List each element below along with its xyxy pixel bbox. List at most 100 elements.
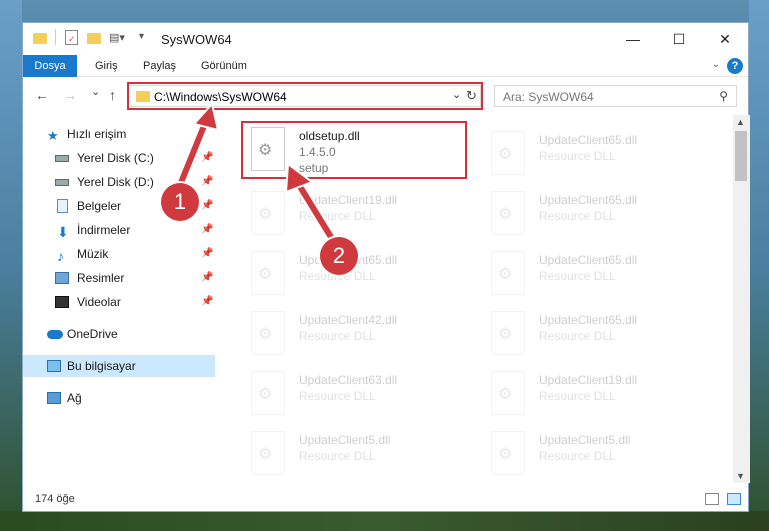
sidebar-item-label: Bu bilgisayar: [67, 359, 136, 373]
sidebar-item-videos[interactable]: Videolar 📌: [23, 291, 215, 313]
music-icon: ♪: [57, 248, 64, 264]
file-name: UpdateClient5.dll: [299, 433, 391, 447]
file-description: Resource DLL: [299, 449, 376, 463]
ribbon-tabs: Dosya Giriş Paylaş Görünüm ⌄ ?: [23, 55, 748, 113]
star-icon: ★: [47, 128, 59, 143]
drive-icon: [55, 155, 69, 162]
computer-icon: [47, 360, 61, 372]
gear-icon: ⚙: [258, 386, 273, 403]
file-item[interactable]: ⚙ UpdateClient65.dll Resource DLL: [481, 125, 711, 183]
tab-home[interactable]: Giriş: [83, 55, 130, 77]
file-item[interactable]: ⚙ UpdateClient19.dll Resource DLL: [481, 365, 711, 423]
scroll-down-icon[interactable]: ▼: [736, 471, 745, 481]
file-item[interactable]: ⚙ UpdateClient42.dll Resource DLL: [241, 305, 471, 363]
minimize-button[interactable]: —: [610, 23, 656, 55]
desktop-background-left: [0, 0, 22, 531]
file-name: UpdateClient65.dll: [539, 193, 638, 207]
file-name: UpdateClient42.dll: [299, 313, 398, 327]
navigation-bar: ← → ⌄ ↑ C:\Windows\SysWOW64 ⌄ ↻ Ara: Sys…: [23, 77, 748, 115]
search-placeholder: Ara: SysWOW64: [503, 90, 594, 104]
file-description: Resource DLL: [539, 149, 616, 163]
file-item[interactable]: ⚙ UpdateClient65.dll Resource DLL: [481, 305, 711, 363]
scroll-thumb[interactable]: [735, 131, 747, 181]
sidebar-item-onedrive[interactable]: OneDrive: [23, 323, 215, 345]
pin-icon[interactable]: 📌: [201, 291, 213, 313]
sidebar-item-downloads[interactable]: ⬇ İndirmeler 📌: [23, 219, 215, 241]
cloud-icon: [47, 330, 63, 339]
tab-share[interactable]: Paylaş: [131, 55, 188, 77]
file-name: UpdateClient63.dll: [299, 373, 398, 387]
title-bar: ✓ ▤▾ ▾ SysWOW64 — ☐ ✕: [23, 23, 748, 55]
sidebar-item-label: Belgeler: [77, 199, 122, 213]
file-description: Resource DLL: [539, 209, 616, 223]
sidebar-item-label: Ağ: [67, 391, 82, 405]
file-item[interactable]: ⚙ UpdateClient5.dll Resource DLL: [481, 425, 711, 483]
chevron-down-icon[interactable]: ▾: [139, 31, 144, 47]
customize-quick-access-icon[interactable]: ▤▾: [109, 31, 125, 47]
gear-icon: ⚙: [498, 386, 513, 403]
status-bar: 174 öğe: [23, 489, 748, 511]
file-name: UpdateClient65.dll: [539, 133, 638, 147]
file-name: UpdateClient19.dll: [539, 373, 638, 387]
tab-view[interactable]: Görünüm: [189, 55, 259, 77]
file-description: Resource DLL: [299, 329, 376, 343]
pin-icon[interactable]: 📌: [201, 243, 213, 265]
help-button[interactable]: ?: [727, 58, 743, 74]
gear-icon: ⚙: [498, 206, 513, 223]
pictures-icon: [55, 272, 69, 284]
file-name: UpdateClient65.dll: [539, 253, 638, 267]
dll-file-icon: ⚙: [491, 431, 525, 475]
file-item[interactable]: ⚙ UpdateClient63.dll Resource DLL: [241, 365, 471, 423]
desktop-background-right: [749, 0, 769, 531]
file-item[interactable]: ⚙ UpdateClient5.dll Resource DLL: [241, 425, 471, 483]
ribbon-expand-icon[interactable]: ⌄: [712, 59, 720, 70]
file-name: UpdateClient5.dll: [539, 433, 631, 447]
back-button[interactable]: ←: [35, 87, 49, 103]
file-description: Resource DLL: [539, 449, 616, 463]
search-icon[interactable]: ⚲: [719, 89, 728, 103]
sidebar-item-pictures[interactable]: Resimler 📌: [23, 267, 215, 289]
sidebar-item-label: OneDrive: [67, 327, 118, 341]
properties-icon[interactable]: ✓: [65, 30, 78, 45]
forward-button[interactable]: →: [63, 87, 77, 103]
sidebar-item-label: Yerel Disk (D:): [77, 175, 154, 189]
vertical-scrollbar[interactable]: ▲ ▼: [733, 115, 750, 483]
dll-file-icon: ⚙: [251, 371, 285, 415]
sidebar-item-music[interactable]: ♪ Müzik 📌: [23, 243, 215, 265]
pin-icon[interactable]: 📌: [201, 219, 213, 241]
sidebar-item-label: Yerel Disk (C:): [77, 151, 154, 165]
file-item[interactable]: ⚙ UpdateClient65.dll Resource DLL: [481, 245, 711, 303]
gear-icon: ⚙: [498, 266, 513, 283]
gear-icon: ⚙: [258, 326, 273, 343]
dll-file-icon: ⚙: [491, 131, 525, 175]
sidebar-item-label: Müzik: [77, 247, 109, 261]
details-view-icon[interactable]: [705, 493, 719, 505]
file-description: Resource DLL: [539, 389, 616, 403]
window-title: SysWOW64: [161, 32, 232, 47]
file-description: Resource DLL: [539, 269, 616, 283]
explorer-window: ✓ ▤▾ ▾ SysWOW64 — ☐ ✕ Dosya Giriş Paylaş…: [22, 22, 750, 512]
sidebar-item-label: Videolar: [77, 295, 121, 309]
maximize-button[interactable]: ☐: [656, 23, 702, 55]
search-input[interactable]: Ara: SysWOW64 ⚲: [494, 85, 737, 107]
downloads-icon: ⬇: [57, 224, 69, 240]
gear-icon: ⚙: [258, 446, 273, 463]
sidebar-item-network[interactable]: Ağ: [23, 387, 215, 409]
separator: [55, 29, 56, 45]
large-icons-view-icon[interactable]: [727, 493, 741, 505]
pin-icon[interactable]: 📌: [201, 267, 213, 289]
recent-locations-button[interactable]: ⌄: [91, 85, 100, 98]
gear-icon: ⚙: [498, 146, 513, 163]
file-description: Resource DLL: [299, 389, 376, 403]
gear-icon: ⚙: [498, 446, 513, 463]
step-marker-1: 1: [161, 183, 199, 221]
documents-icon: [57, 199, 68, 213]
step-marker-2: 2: [320, 237, 358, 275]
videos-icon: [55, 296, 69, 308]
up-button[interactable]: ↑: [109, 87, 116, 103]
scroll-up-icon[interactable]: ▲: [736, 117, 745, 127]
dll-file-icon: ⚙: [251, 311, 285, 355]
close-button[interactable]: ✕: [702, 23, 748, 55]
file-item[interactable]: ⚙ UpdateClient65.dll Resource DLL: [481, 185, 711, 243]
sidebar-item-this-pc[interactable]: Bu bilgisayar: [23, 355, 215, 377]
